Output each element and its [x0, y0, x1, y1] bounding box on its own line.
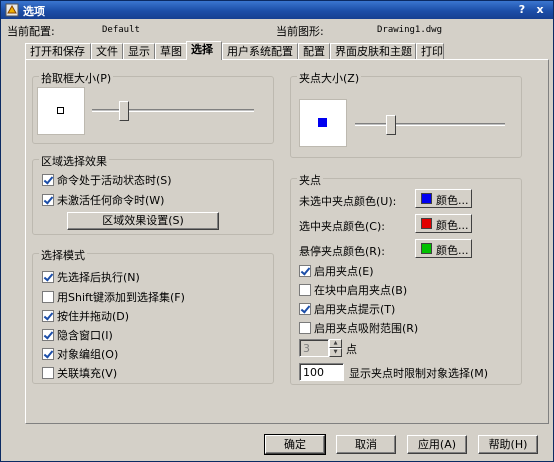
options-dialog: 选项 ? x 当前配置: Default 当前图形: Drawing1.dwg …	[0, 0, 554, 462]
grip-points-input[interactable]: 3	[299, 339, 329, 357]
selected-grip-color-label: 选中夹点颜色(C):	[299, 220, 385, 233]
area-effect-settings-button[interactable]: 区域效果设置(S)	[67, 212, 219, 230]
grip-points-label: 点	[346, 343, 357, 356]
hover-grip-color-button[interactable]: 颜色...	[415, 239, 472, 258]
selected-grip-color-button[interactable]: 颜色...	[415, 214, 472, 233]
associative-hatch-label: 关联填充(V)	[57, 367, 118, 380]
implied-window-checkbox[interactable]: 隐含窗口(I)	[42, 327, 113, 343]
enable-grips-label: 启用夹点(E)	[314, 265, 374, 278]
color-button-label: 颜色...	[436, 194, 469, 207]
active-command-label: 命令处于活动状态时(S)	[57, 174, 172, 187]
spinner-down-icon[interactable]: ▼	[329, 348, 342, 357]
object-selection-limit-label: 显示夹点时限制对象选择(M)	[349, 367, 489, 380]
tab-drafting[interactable]: 草图	[155, 43, 187, 60]
window-title: 选项	[23, 5, 45, 18]
checkbox-box	[42, 310, 54, 322]
object-grouping-label: 对象编组(O)	[57, 348, 119, 361]
selection-mode-title: 选择模式	[39, 247, 87, 263]
checkbox-box	[42, 291, 54, 303]
tab-ui-skin-theme[interactable]: 界面皮肤和主题	[330, 43, 416, 60]
grip-marker	[318, 118, 327, 127]
color-swatch	[421, 218, 432, 229]
area-effect-title: 区域选择效果	[39, 153, 109, 169]
checkbox-box	[42, 174, 54, 186]
grips-title: 夹点	[297, 172, 323, 188]
grip-snap-label: 启用夹点吸附范围(R)	[314, 322, 419, 335]
checkbox-box	[299, 284, 311, 296]
tab-profiles[interactable]: 配置	[298, 43, 330, 60]
grips-in-blocks-checkbox[interactable]: 在块中启用夹点(B)	[299, 282, 407, 298]
ok-button[interactable]: 确定	[264, 434, 326, 455]
current-config-value: Default	[102, 25, 140, 35]
checkbox-box	[42, 329, 54, 341]
tab-user-preferences[interactable]: 用户系统配置	[222, 43, 298, 60]
tab-files[interactable]: 文件	[91, 43, 123, 60]
color-swatch	[421, 243, 432, 254]
hover-grip-color-label: 悬停夹点颜色(R):	[299, 245, 385, 258]
pickbox-group: 拾取框大小(P)	[32, 70, 274, 144]
grip-size-slider-thumb[interactable]	[385, 115, 396, 135]
checkbox-box	[42, 271, 54, 283]
pickbox-slider-thumb[interactable]	[119, 101, 130, 121]
current-drawing-label: 当前图形:	[276, 25, 324, 38]
grips-group: 夹点 未选中夹点颜色(U): 颜色... 选中夹点颜色(C): 颜色... 悬停…	[290, 172, 522, 385]
grip-size-title: 夹点大小(Z)	[297, 70, 362, 86]
grip-preview	[299, 99, 347, 147]
object-selection-limit-input[interactable]: 100	[299, 363, 344, 381]
grip-tips-label: 启用夹点提示(T)	[314, 303, 396, 316]
noun-verb-label: 先选择后执行(N)	[57, 271, 140, 284]
color-button-label: 颜色...	[436, 244, 469, 257]
close-icon[interactable]: x	[532, 2, 548, 17]
selection-mode-group: 选择模式 先选择后执行(N) 用Shift键添加到选择集(F) 按住并拖动(D)…	[32, 247, 274, 384]
associative-hatch-checkbox[interactable]: 关联填充(V)	[42, 365, 117, 381]
enable-grips-checkbox[interactable]: 启用夹点(E)	[299, 263, 374, 279]
active-command-checkbox[interactable]: 命令处于活动状态时(S)	[42, 172, 172, 188]
color-button-label: 颜色...	[436, 219, 469, 232]
no-command-checkbox[interactable]: 未激活任何命令时(W)	[42, 192, 164, 208]
current-drawing-value: Drawing1.dwg	[377, 25, 443, 35]
tab-display[interactable]: 显示	[123, 43, 155, 60]
grip-size-group: 夹点大小(Z)	[290, 70, 522, 158]
shift-add-checkbox[interactable]: 用Shift键添加到选择集(F)	[42, 289, 185, 305]
grip-snap-checkbox[interactable]: 启用夹点吸附范围(R)	[299, 320, 418, 336]
grip-size-slider-track[interactable]	[355, 123, 505, 126]
checkbox-box	[42, 367, 54, 379]
app-icon	[5, 3, 19, 17]
no-command-label: 未激活任何命令时(W)	[57, 194, 165, 207]
checkbox-box	[299, 265, 311, 277]
unselected-grip-color-button[interactable]: 颜色...	[415, 189, 472, 208]
cancel-button[interactable]: 取消	[336, 435, 396, 454]
pickbox-preview	[37, 87, 85, 135]
pickbox-title: 拾取框大小(P)	[39, 70, 114, 86]
title-bar[interactable]: 选项 ? x	[1, 1, 553, 19]
current-config-label: 当前配置:	[7, 25, 55, 38]
pickbox-marker	[57, 107, 64, 114]
tab-open-save[interactable]: 打开和保存	[25, 43, 91, 60]
object-grouping-checkbox[interactable]: 对象编组(O)	[42, 346, 118, 362]
checkbox-box	[42, 194, 54, 206]
shift-add-label: 用Shift键添加到选择集(F)	[57, 291, 185, 304]
press-drag-label: 按住并拖动(D)	[57, 310, 130, 323]
tab-plot[interactable]: 打印	[416, 43, 444, 60]
pickbox-slider-track[interactable]	[92, 109, 254, 112]
grips-in-blocks-label: 在块中启用夹点(B)	[314, 284, 408, 297]
selection-tab-panel: 拾取框大小(P) 区域选择效果 命令处于活动状态时(S) 未激活任何命令时(W)…	[25, 59, 549, 424]
help-icon[interactable]: ?	[514, 2, 530, 17]
checkbox-box	[42, 348, 54, 360]
noun-verb-checkbox[interactable]: 先选择后执行(N)	[42, 269, 140, 285]
color-swatch	[421, 193, 432, 204]
press-drag-checkbox[interactable]: 按住并拖动(D)	[42, 308, 129, 324]
unselected-grip-color-label: 未选中夹点颜色(U):	[299, 195, 397, 208]
grip-tips-checkbox[interactable]: 启用夹点提示(T)	[299, 301, 395, 317]
help-button[interactable]: 帮助(H)	[478, 435, 538, 454]
spinner-up-icon[interactable]: ▲	[329, 339, 342, 348]
tab-selection[interactable]: 选择	[186, 41, 222, 60]
checkbox-box	[299, 303, 311, 315]
area-effect-group: 区域选择效果 命令处于活动状态时(S) 未激活任何命令时(W) 区域效果设置(S…	[32, 153, 274, 235]
grip-points-spinner[interactable]: ▲ ▼	[329, 339, 342, 357]
checkbox-box	[299, 322, 311, 334]
implied-window-label: 隐含窗口(I)	[57, 329, 113, 342]
apply-button[interactable]: 应用(A)	[407, 435, 467, 454]
